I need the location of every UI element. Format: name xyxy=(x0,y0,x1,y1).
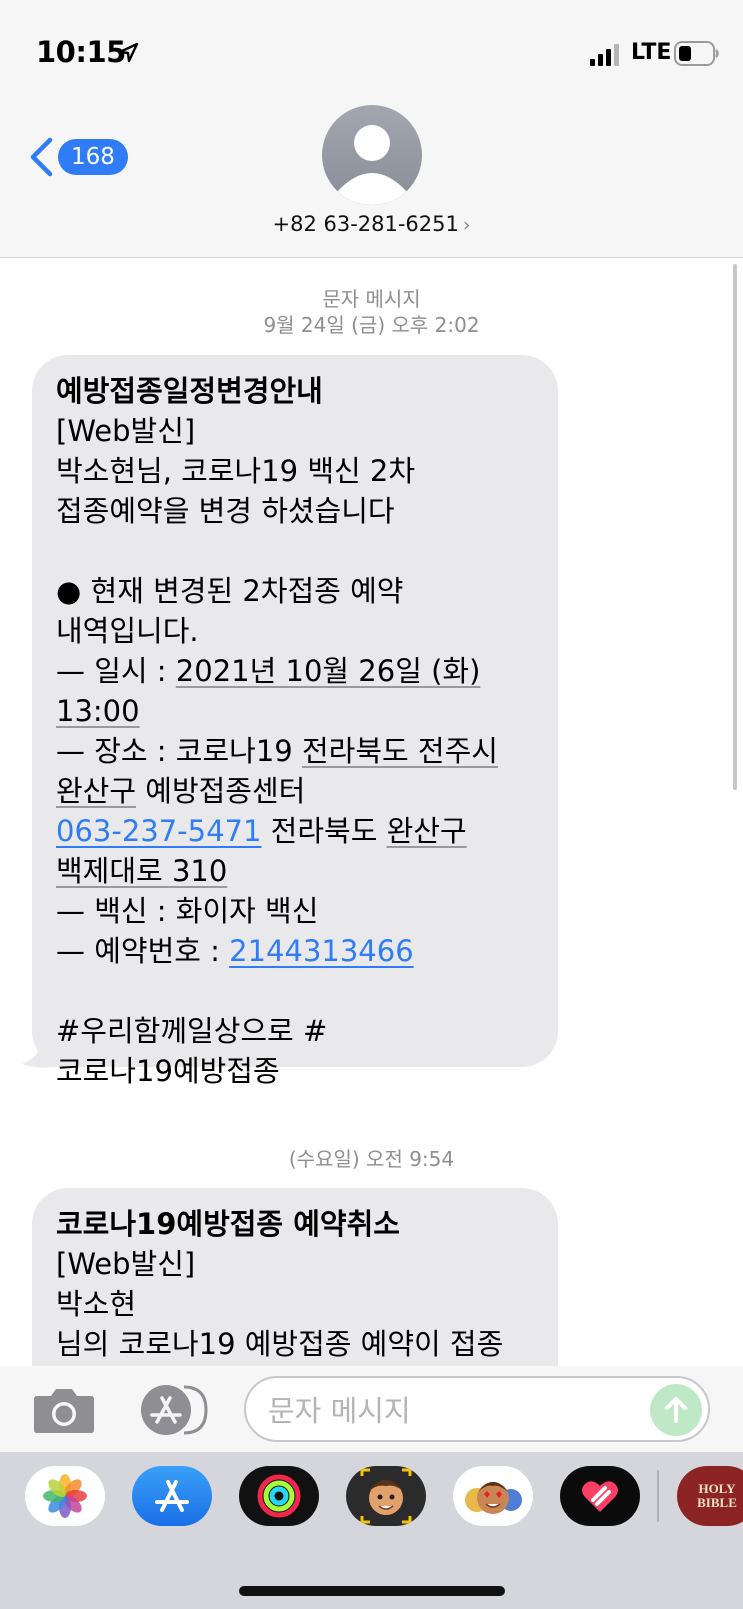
place-label: — 장소 : 코로나19 xyxy=(56,734,302,768)
network-type: LTE xyxy=(631,40,672,65)
contact-number: +82 63-281-6251 xyxy=(272,212,459,236)
photos-app-button[interactable] xyxy=(25,1466,105,1526)
memoji-stickers-icon xyxy=(465,1482,522,1514)
message-title: 예방접종일정변경안내 xyxy=(56,374,323,408)
message-input[interactable] xyxy=(266,1391,630,1431)
bible-label-line-2: BIBLE xyxy=(697,1495,737,1510)
message-field[interactable] xyxy=(244,1376,710,1442)
date-label: — 일시 : xyxy=(56,654,176,688)
message-bubble[interactable]: 예방접종일정변경안내 [Web발신] 박소현님, 코로나19 백신 2차 접종예… xyxy=(32,355,558,1088)
app-drawer: HOLY BIBLE xyxy=(0,1452,743,1609)
heart-icon xyxy=(582,1481,618,1512)
battery-icon xyxy=(674,41,719,66)
message-bubble[interactable]: 코로나19예방접종 예약취소 [Web발신] 박소현 님의 코로나19 예방접종… xyxy=(32,1188,558,1366)
camera-icon[interactable] xyxy=(33,1386,95,1434)
digital-touch-button[interactable] xyxy=(560,1466,640,1526)
drawer-divider xyxy=(657,1470,659,1522)
chevron-left-icon xyxy=(30,137,53,177)
memoji-stickers-button[interactable] xyxy=(453,1466,533,1526)
person-silhouette-icon xyxy=(336,125,408,205)
cellular-signal-icon xyxy=(590,44,619,66)
appointment-date-line: — 일시 : 2021년 10월 26일 (화) 13:00 xyxy=(56,651,534,731)
reservation-line: — 예약번호 : 2144313466 xyxy=(56,931,534,971)
hashtag-line: #우리함께일상으로 #코로나19예방접종 xyxy=(56,1014,328,1088)
fitness-app-button[interactable] xyxy=(239,1466,319,1526)
service-label: 문자 메시지 xyxy=(322,287,421,311)
message-line: 박소현 xyxy=(56,1287,137,1321)
compose-bar xyxy=(0,1366,743,1452)
bible-app-label: HOLY BIBLE xyxy=(697,1482,737,1510)
unread-count-badge: 168 xyxy=(58,139,128,175)
vaccine-line: — 백신 : 화이자 백신 xyxy=(56,894,319,928)
message-line: ● 현재 변경된 2차접종 예약 내역입니다. xyxy=(56,574,404,648)
phone-address-line: 063-237-5471 전라북도 완산구 백제대로 310 xyxy=(56,811,534,891)
chevron-right-icon: › xyxy=(462,214,471,236)
timestamp-day: (수요일) xyxy=(288,1147,360,1171)
photos-icon xyxy=(43,1474,87,1518)
contact-details-button[interactable]: +82 63-281-6251 › xyxy=(0,212,743,236)
activity-rings-icon xyxy=(257,1474,301,1518)
memoji-camera-button[interactable] xyxy=(346,1466,426,1526)
conversation-header: 168 +82 63-281-6251 › xyxy=(0,100,743,258)
message-timestamp: 9월 24일 (금) 오후 2:02 xyxy=(263,313,480,337)
message-title: 코로나19예방접종 예약취소 xyxy=(56,1207,400,1241)
contact-avatar[interactable] xyxy=(322,105,422,205)
location-arrow-icon xyxy=(118,42,139,63)
phone-link[interactable]: 063-237-5471 xyxy=(56,814,261,848)
place-suffix: 예방접종센터 xyxy=(136,774,306,808)
reservation-number-link[interactable]: 2144313466 xyxy=(229,934,414,968)
app-store-icon[interactable] xyxy=(138,1384,210,1436)
reservation-label: — 예약번호 : xyxy=(56,934,230,968)
message-line: 박소현님, 코로나19 백신 2차 접종예약을 변경 하셨습니다 xyxy=(56,454,416,528)
message-line: [Web발신] xyxy=(56,1247,196,1281)
send-button[interactable] xyxy=(650,1384,702,1436)
message-line: 님의 코로나19 예방접종 예약이 접종 xyxy=(56,1327,504,1361)
status-time: 10:15 xyxy=(36,35,126,69)
app-store-app-button[interactable] xyxy=(132,1466,212,1526)
message-list[interactable]: 문자 메시지 9월 24일 (금) 오후 2:02 예방접종일정변경안내 [We… xyxy=(0,258,743,1366)
message-timestamp: (수요일) 오전 9:54 xyxy=(0,1143,743,1172)
message-line: [Web발신] xyxy=(56,414,196,448)
address-prefix: 전라북도 xyxy=(261,814,387,848)
status-bar: 10:15 LTE xyxy=(0,0,743,100)
holy-bible-app-button[interactable]: HOLY BIBLE xyxy=(677,1466,743,1526)
arrow-up-icon xyxy=(665,1397,687,1423)
home-indicator[interactable] xyxy=(239,1586,505,1596)
place-line: — 장소 : 코로나19 전라북도 전주시 완산구 예방접종센터 xyxy=(56,731,534,811)
timestamp-time: 오전 9:54 xyxy=(359,1147,455,1171)
scroll-indicator[interactable] xyxy=(733,264,737,790)
memoji-icon xyxy=(360,1468,412,1524)
back-button[interactable]: 168 xyxy=(28,136,128,178)
app-store-logo-icon xyxy=(155,1480,189,1512)
bible-label-line-1: HOLY xyxy=(698,1481,736,1496)
